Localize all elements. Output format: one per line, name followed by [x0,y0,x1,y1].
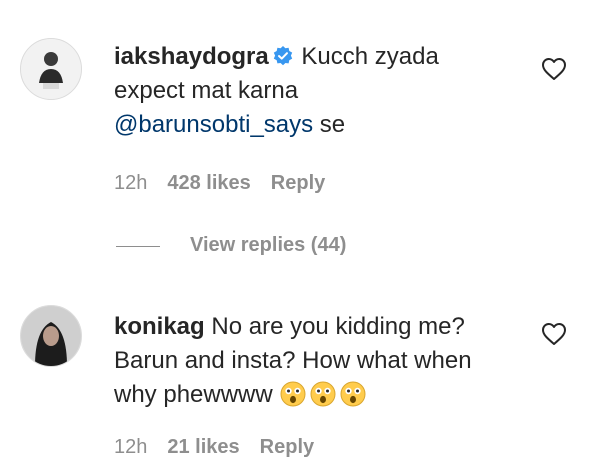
heart-outline-icon[interactable] [541,322,567,346]
avatar[interactable] [20,305,82,367]
mention-link[interactable]: @barunsobti_says [114,111,313,138]
likes-count[interactable]: 21 likes [167,436,239,458]
comment-text-line-2: Barun and insta? How what when [114,347,472,374]
astonished-face-emoji [279,380,307,408]
astonished-face-emoji [339,380,367,408]
username[interactable]: iakshaydogra [114,43,269,70]
username[interactable]: konikag [114,313,205,340]
reply-button[interactable]: Reply [260,436,314,458]
comment-time: 12h [114,436,148,458]
comment-meta: 12h 21 likes Reply [114,436,334,459]
likes-count[interactable]: 428 likes [167,172,250,194]
view-replies-button[interactable]: View replies (44) [190,234,346,257]
comment-text: konikag No are you kidding me? Barun and… [114,310,534,412]
comment-text-line-2: expect mat karna [114,77,299,104]
reply-button[interactable]: Reply [271,172,325,194]
comment-text-line-1: No are you kidding me? [211,313,465,340]
comment-text: iakshaydogra Kucch zyada expect mat karn… [114,40,554,142]
avatar[interactable] [20,38,82,100]
comment-time: 12h [114,172,148,194]
comment-text-tail: se [313,111,346,138]
comment-text-line-1: Kucch zyada [301,43,439,70]
verified-badge-icon [273,42,293,66]
comment-meta: 12h 428 likes Reply [114,172,345,195]
heart-outline-icon[interactable] [541,57,567,81]
astonished-face-emoji [309,380,337,408]
replies-divider [116,246,160,247]
comment-text-line-3: why phewwww [114,381,273,408]
